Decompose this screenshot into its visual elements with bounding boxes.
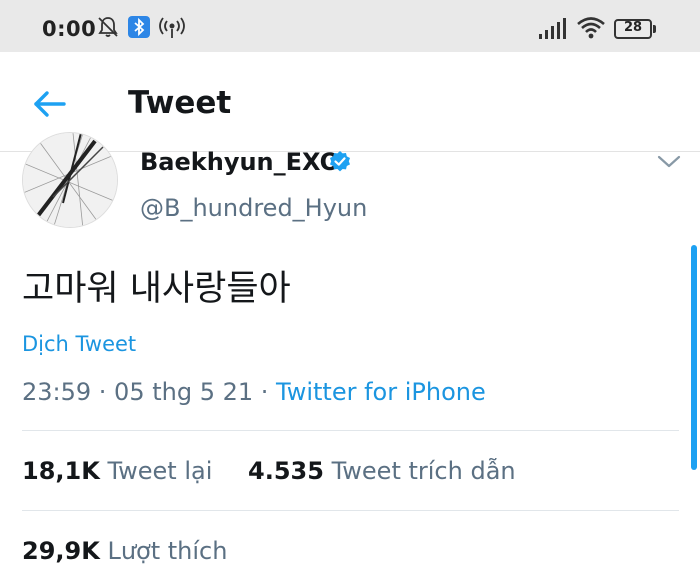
bluetooth-icon — [128, 16, 150, 38]
tweet-text: 고마워 내사랑들아 — [22, 269, 291, 309]
page-title: Tweet — [128, 85, 232, 121]
likes-stat[interactable]: 29,9K Lượt thích — [22, 537, 227, 565]
bell-off-icon — [98, 17, 118, 37]
likes-label: Lượt thích — [107, 537, 228, 565]
signal-icon — [539, 18, 566, 39]
retweets-label: Tweet lại — [107, 457, 213, 485]
tweet-metadata: 23:59 · 05 thg 5 21 · Twitter for iPhone — [22, 378, 486, 406]
avatar[interactable] — [22, 132, 118, 228]
author-handle[interactable]: @B_hundred_Hyun — [140, 194, 367, 222]
retweets-stat[interactable]: 18,1K Tweet lại — [22, 457, 212, 485]
avatar-image — [23, 133, 117, 227]
retweets-count: 18,1K — [22, 457, 100, 485]
chevron-down-icon[interactable] — [654, 152, 684, 172]
back-arrow-icon[interactable] — [30, 84, 70, 124]
tweet-source-link[interactable]: Twitter for iPhone — [276, 378, 486, 406]
app-header: Tweet — [0, 52, 700, 152]
status-time: 0:00 — [42, 17, 97, 41]
status-bar: 0:00 28 — [0, 0, 700, 52]
likes-count: 29,9K — [22, 537, 100, 565]
translate-tweet-link[interactable]: Dịch Tweet — [22, 332, 136, 356]
quotes-count: 4.535 — [248, 457, 324, 485]
wifi-icon — [577, 17, 605, 39]
battery-level: 28 — [623, 20, 643, 35]
verified-badge-icon — [330, 151, 350, 172]
battery-icon: 28 — [614, 19, 656, 39]
divider — [22, 430, 679, 431]
quotes-stat[interactable]: 4.535 Tweet trích dẫn — [248, 457, 516, 485]
divider — [22, 510, 679, 511]
quotes-label: Tweet trích dẫn — [331, 457, 516, 485]
scrollbar[interactable] — [691, 245, 697, 470]
tweet-timestamp: 23:59 · 05 thg 5 21 · — [22, 378, 277, 406]
hotspot-icon — [159, 17, 185, 38]
engagement-stats: 18,1K Tweet lại 4.535 Tweet trích dẫn — [22, 457, 516, 485]
author-name[interactable]: Baekhyun_EXO — [140, 148, 340, 176]
